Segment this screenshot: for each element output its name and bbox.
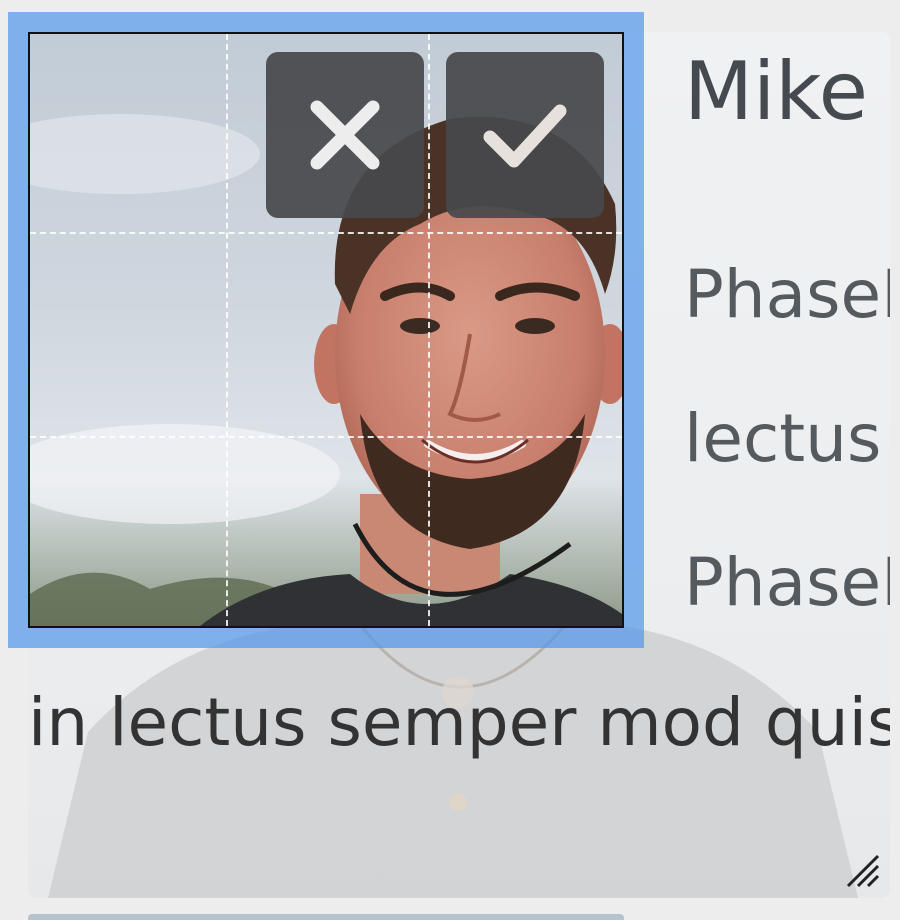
check-icon xyxy=(483,104,567,168)
crop-grid-line xyxy=(428,34,430,626)
card-title: Mike xyxy=(684,45,868,138)
card-text-line: lectus xyxy=(684,400,882,477)
crop-grid-line xyxy=(30,436,622,438)
confirm-crop-button[interactable] xyxy=(446,52,604,218)
card-text-line: PhaseL xyxy=(684,544,890,621)
bottom-edge-bar xyxy=(28,914,624,920)
card-text-line: in lectus semper mod quis xyxy=(28,684,890,761)
crop-grid-line xyxy=(226,34,228,626)
card-text-line: PhaseL xyxy=(684,256,890,333)
resize-handle-icon[interactable] xyxy=(842,850,882,890)
crop-editor-stage: Mike PhaseL lectus PhaseL in lectus semp… xyxy=(0,0,900,920)
close-icon xyxy=(310,100,380,170)
cancel-crop-button[interactable] xyxy=(266,52,424,218)
crop-grid-line xyxy=(30,232,622,234)
